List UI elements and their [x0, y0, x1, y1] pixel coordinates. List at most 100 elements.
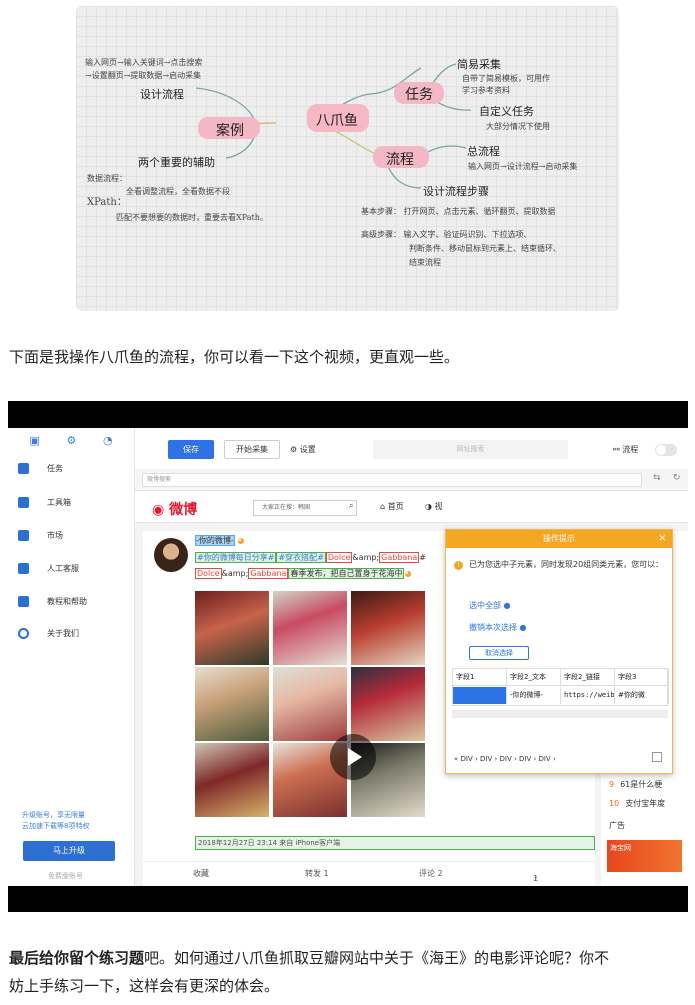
- author-name[interactable]: -你的微博-: [195, 535, 235, 546]
- settings-button[interactable]: ⚙ 设置: [290, 440, 340, 459]
- warning-icon: !: [454, 561, 463, 570]
- table-cell[interactable]: https://weibo...: [561, 687, 615, 704]
- adv-steps-1: 高级步骤： 输入文字、验证码识别、下拉选项、: [361, 230, 532, 239]
- weibo-logo[interactable]: ◉ 微博: [152, 499, 197, 519]
- url-input[interactable]: 微博搜索: [142, 473, 642, 487]
- toolbox-icon: [18, 497, 29, 508]
- brand-link-4[interactable]: Gabbana: [248, 568, 289, 579]
- outro-paragraph-line-1: 最后给你留个练习题吧。如何通过八爪鱼抓取豆瓣网站中关于《海王》的电影评论呢？你不: [9, 944, 609, 972]
- gear-icon[interactable]: ⚙: [66, 434, 76, 447]
- hot-item-10[interactable]: 10 支付宝年度: [609, 798, 665, 809]
- photo-7[interactable]: [195, 743, 269, 817]
- outro-text-1: 吧。如何通过八爪鱼抓取豆瓣网站中关于《海王》的电影评论呢？你不: [144, 949, 610, 967]
- exercise-heading: 最后给你留个练习题: [9, 949, 145, 967]
- center-node: 八爪鱼: [316, 113, 358, 129]
- table-cell[interactable]: [453, 687, 507, 704]
- comment-button[interactable]: 评论 2: [419, 868, 443, 879]
- sidebar-item-toolbox[interactable]: 工具箱: [18, 497, 71, 508]
- cancel-selection-button[interactable]: 取消选择: [469, 646, 529, 660]
- collect-button[interactable]: 收藏: [193, 868, 209, 879]
- flow-node: 流程: [386, 152, 414, 168]
- search-icon[interactable]: ⌕: [349, 501, 353, 511]
- sidebar-item-tasks[interactable]: 任务: [18, 463, 63, 474]
- play-button-icon[interactable]: [330, 734, 376, 780]
- refresh-icon[interactable]: ↻: [673, 473, 681, 483]
- weibo-nav-home[interactable]: ⌂ 首页: [380, 501, 404, 512]
- video-icon: ◑: [425, 502, 435, 511]
- element-breadcrumb[interactable]: « DIV › DIV › DIV › DIV › DIV ›: [454, 755, 556, 763]
- photo-6[interactable]: [351, 667, 425, 741]
- hot-item-9[interactable]: 9 61是什么梗: [609, 779, 662, 790]
- avatar[interactable]: [154, 538, 188, 572]
- deselect-link[interactable]: 撤销本次选择 ●: [469, 622, 527, 633]
- brand-link-2[interactable]: Gabbana: [379, 552, 420, 563]
- tip-header: 操作提示 ✕: [446, 530, 672, 548]
- hot-rank: 9: [609, 780, 615, 789]
- url-search-input[interactable]: 网址搜索: [373, 440, 568, 459]
- mindmap-image: 八爪鱼 任务 流程 案例 简易采集 自带了简易模板，可用作 学习参考资料 自定义…: [76, 6, 619, 311]
- video-player[interactable]: ▣ ⚙ ◔ 任务 工具箱 市场 人工客服 教程和帮助 关于我们 升级账号，享无限…: [8, 401, 688, 912]
- photo-2[interactable]: [273, 591, 347, 665]
- brand-link-1[interactable]: Dolce: [325, 552, 353, 563]
- hash-text: #: [419, 553, 426, 562]
- weibo-eye-icon: ◉: [152, 502, 170, 518]
- sidebar-item-market[interactable]: 市场: [18, 530, 63, 541]
- column-header[interactable]: 字段2_文本: [507, 669, 561, 685]
- sidebar-item-tutorials[interactable]: 教程和帮助: [18, 596, 87, 607]
- design-steps-node: 设计流程步骤: [423, 185, 489, 198]
- sidebar-item-about[interactable]: 关于我们: [18, 628, 79, 639]
- weibo-search-input[interactable]: 大家正在搜：韩国: [253, 500, 357, 516]
- horizontal-scrollbar[interactable]: [452, 710, 668, 718]
- photo-3[interactable]: [351, 591, 425, 665]
- upgrade-button[interactable]: 马上升级: [23, 841, 115, 861]
- sidebar-item-label: 工具箱: [47, 498, 71, 507]
- hashtag-1[interactable]: #你的微博每日分享#: [195, 552, 277, 563]
- hot-title: 支付宝年度: [625, 799, 666, 808]
- save-button[interactable]: 保存: [168, 440, 214, 459]
- clipboard-icon[interactable]: ▣: [29, 434, 39, 447]
- home-label: 首页: [387, 502, 404, 511]
- help-icon: ●: [519, 623, 527, 632]
- ad-image[interactable]: 海宝网: [607, 840, 682, 872]
- weibo-nav-video[interactable]: ◑ 视: [425, 501, 443, 512]
- hashtag-2[interactable]: #穿衣搭配#: [276, 552, 326, 563]
- column-header[interactable]: 字段2_链接: [561, 669, 615, 685]
- video-label: 视: [434, 502, 443, 511]
- book-icon: [18, 596, 29, 607]
- custom-node: 自定义任务: [479, 105, 534, 118]
- amp-text-2: &amp;: [221, 569, 249, 578]
- post-text-line-2: Dolce &amp; Gabbana 春季发布，把自己置身于花海中 ◕: [195, 568, 430, 580]
- flow-toggle[interactable]: [655, 444, 677, 456]
- swap-icon[interactable]: ⇆: [653, 473, 661, 483]
- photo-5[interactable]: [273, 667, 347, 741]
- emoji-icon: ◕: [404, 569, 412, 578]
- close-icon[interactable]: ✕: [658, 530, 666, 548]
- table-cell[interactable]: #你的微: [615, 687, 669, 704]
- task-list-icon: [18, 463, 29, 474]
- column-header[interactable]: 字段3: [615, 669, 669, 685]
- market-icon: [18, 530, 29, 541]
- post-text-line-1: #你的微博每日分享# #穿衣搭配# Dolce &amp; Gabbana #: [195, 552, 430, 564]
- brand-link-3[interactable]: Dolce: [195, 568, 222, 579]
- post-date-source[interactable]: 2018年12月27日 23:14 来自 iPhone客户端: [195, 836, 595, 850]
- sidebar: ▣ ⚙ ◔ 任务 工具箱 市场 人工客服 教程和帮助 关于我们 升级账号，享无限…: [8, 428, 135, 886]
- sidebar-item-label: 教程和帮助: [47, 597, 87, 606]
- amp-text: &amp;: [352, 553, 380, 562]
- post-author[interactable]: -你的微博- ◕: [195, 535, 244, 547]
- photo-1[interactable]: [195, 591, 269, 665]
- column-header[interactable]: 字段1: [453, 669, 507, 685]
- headset-icon[interactable]: ◔: [103, 434, 113, 447]
- start-collect-button[interactable]: 开始采集: [224, 440, 280, 459]
- sidebar-item-label: 市场: [47, 531, 63, 540]
- photo-4[interactable]: [195, 667, 269, 741]
- tip-message: ! 已为您选中子元素，同时发现20组同类元素，您可以：: [454, 558, 666, 571]
- xpath-label: XPath：: [87, 197, 127, 208]
- select-all-link[interactable]: 选中全部 ●: [469, 600, 511, 611]
- sidebar-item-support[interactable]: 人工客服: [18, 563, 79, 574]
- open-external-icon[interactable]: [652, 752, 662, 762]
- browser-url-bar: 微博搜索 ⇆ ↻: [135, 469, 688, 491]
- table-cell[interactable]: -你的微博-: [507, 687, 561, 704]
- case-node: 案例: [216, 123, 244, 139]
- sidebar-item-label: 关于我们: [47, 629, 79, 638]
- repost-button[interactable]: 转发 1: [305, 868, 329, 879]
